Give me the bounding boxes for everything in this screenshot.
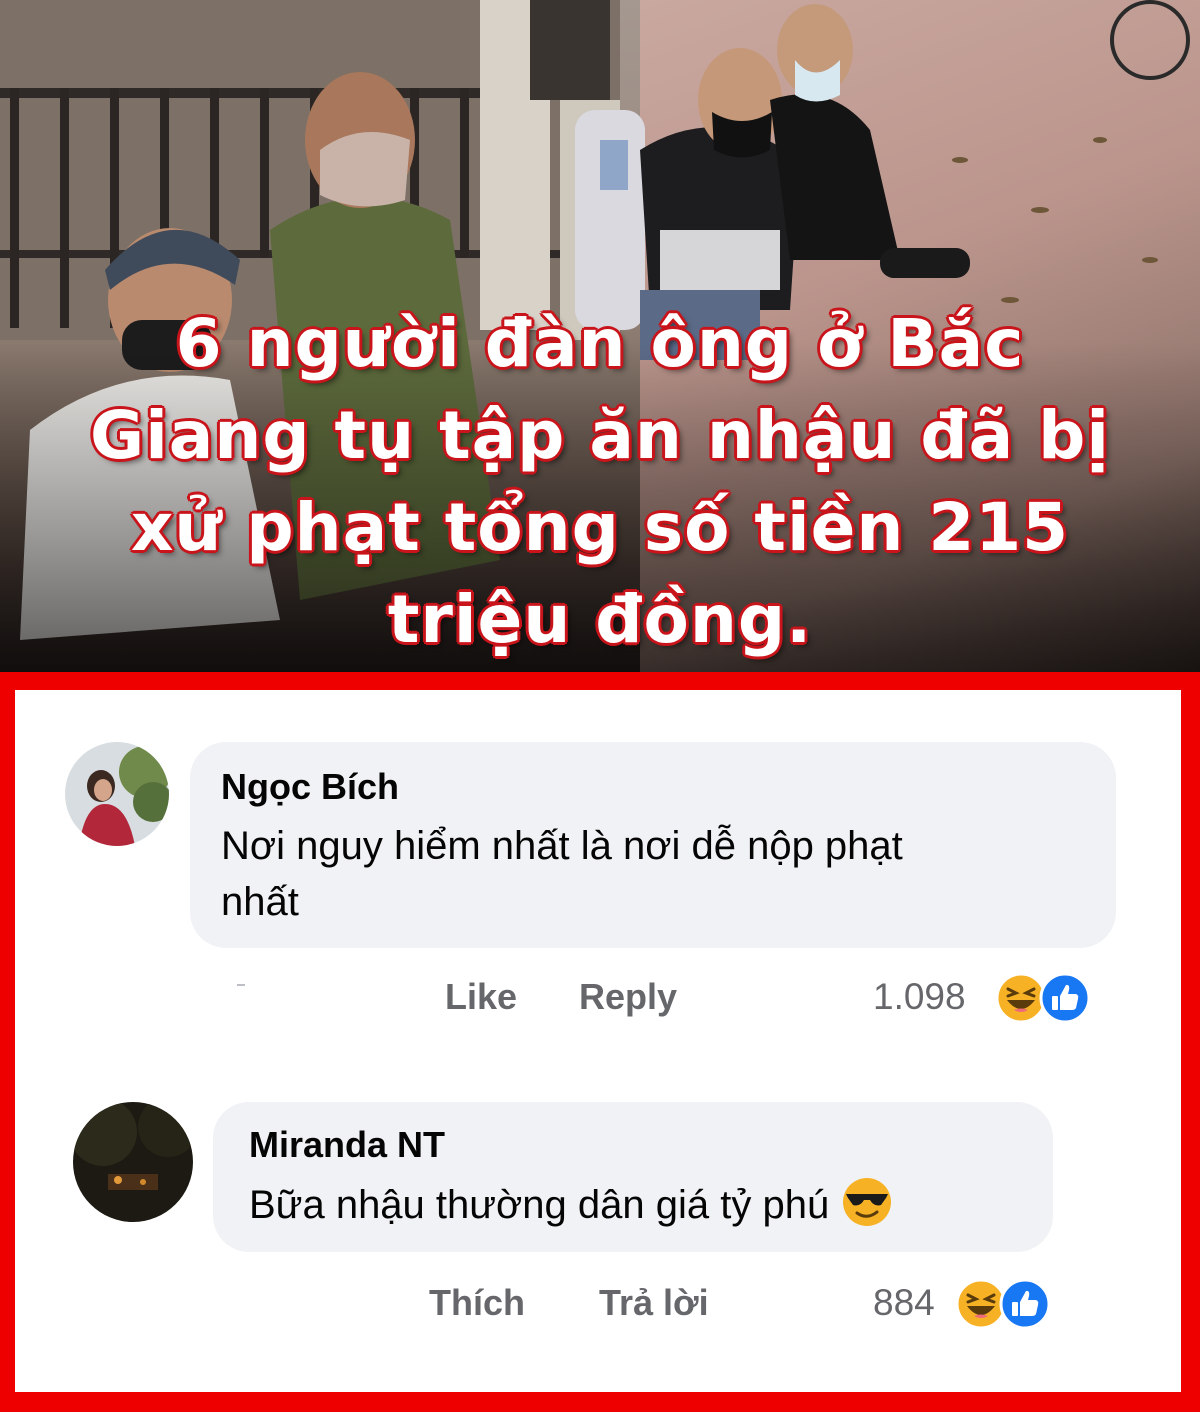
comment-text-line: Nơi nguy hiểm nhất là nơi dễ nộp phạt	[221, 824, 903, 868]
like-icon[interactable]	[1039, 972, 1091, 1024]
avatar-ngoc-bich[interactable]	[65, 742, 169, 846]
sunglasses-emoji-icon	[841, 1176, 893, 1228]
like-icon[interactable]	[999, 1278, 1051, 1330]
like-button[interactable]: Like	[445, 976, 517, 1018]
headline-line: triệu đồng.	[387, 581, 813, 658]
news-photo: 6 người đàn ông ở Bắc Giang tụ tập ăn nh…	[0, 0, 1200, 672]
red-frame: Ngọc Bích Nơi nguy hiểm nhất là nơi dễ n…	[0, 672, 1200, 1412]
reaction-count[interactable]: 1.098	[873, 976, 966, 1018]
comment-author[interactable]: Miranda NT	[249, 1124, 445, 1166]
headline: 6 người đàn ông ở Bắc Giang tụ tập ăn nh…	[20, 298, 1180, 666]
comment-text: Bữa nhậu thường dân giá tỷ phú	[249, 1176, 1049, 1233]
reply-button[interactable]: Reply	[579, 976, 677, 1018]
divider-mark	[237, 984, 245, 986]
comment-text-content: Bữa nhậu thường dân giá tỷ phú	[249, 1183, 830, 1227]
headline-line: Giang tụ tập ăn nhậu đã bị	[90, 397, 1110, 474]
headline-line: xử phạt tổng số tiền 215	[130, 489, 1070, 566]
reply-button[interactable]: Trả lời	[599, 1282, 709, 1324]
like-button[interactable]: Thích	[429, 1282, 525, 1324]
avatar-miranda-nt[interactable]	[73, 1102, 193, 1222]
headline-line: 6 người đàn ông ở Bắc	[175, 305, 1025, 382]
reaction-count[interactable]: 884	[873, 1282, 935, 1324]
meme-post: 6 người đàn ông ở Bắc Giang tụ tập ăn nh…	[0, 0, 1200, 1412]
comments-panel: Ngọc Bích Nơi nguy hiểm nhất là nơi dễ n…	[15, 690, 1181, 1392]
comment-text-line: nhất	[221, 880, 299, 924]
comment-text: Nơi nguy hiểm nhất là nơi dễ nộp phạt nh…	[221, 818, 1101, 930]
comment-author[interactable]: Ngọc Bích	[221, 766, 399, 808]
